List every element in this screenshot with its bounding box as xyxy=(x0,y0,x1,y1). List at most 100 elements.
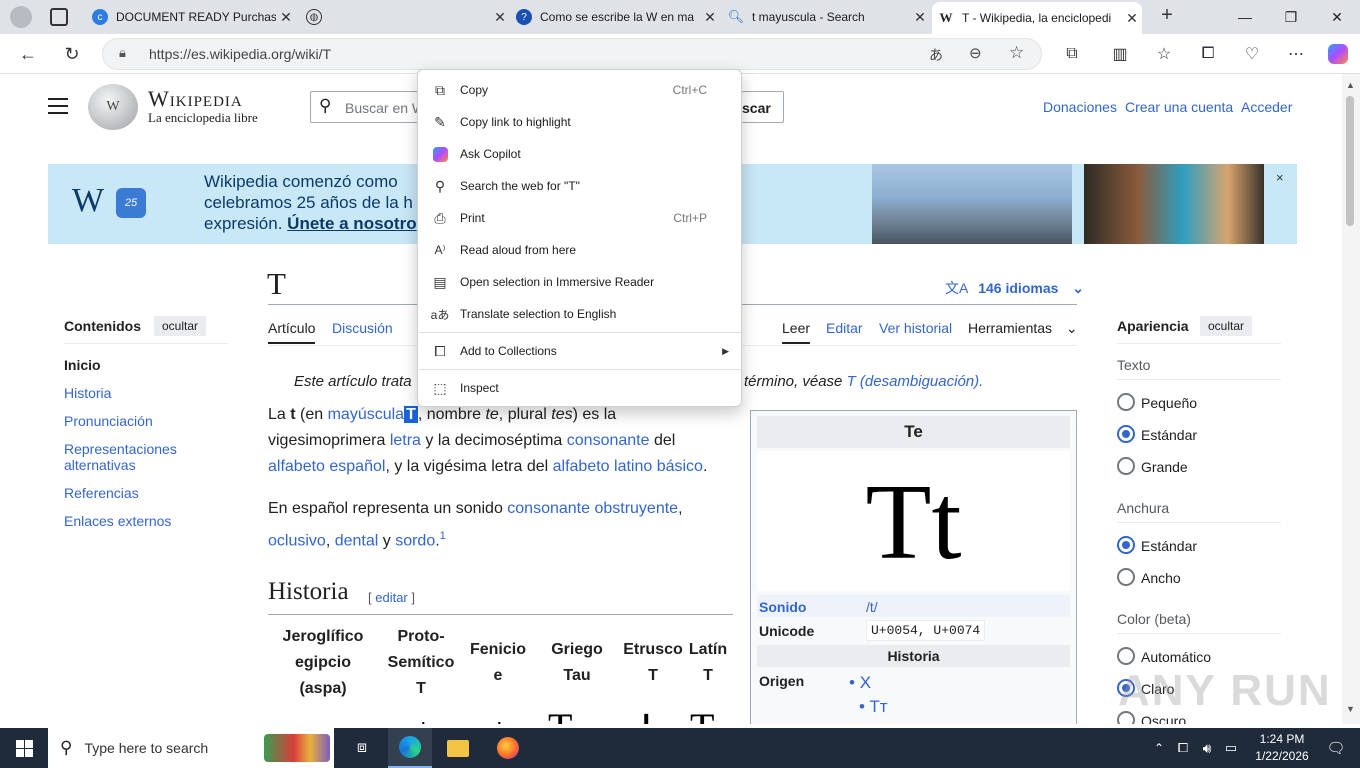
menu-item-ask-copilot[interactable]: Ask Copilot xyxy=(418,138,741,170)
back-icon[interactable]: ← xyxy=(14,40,42,68)
width-wide-label[interactable]: Ancho xyxy=(1141,570,1181,586)
link-consonante[interactable]: consonante xyxy=(567,432,650,449)
text-size-large-label[interactable]: Grande xyxy=(1141,459,1188,475)
text-size-small-radio[interactable] xyxy=(1117,393,1135,411)
scrollbar-thumb[interactable] xyxy=(1346,96,1354,226)
appearance-hide-button[interactable]: ocultar xyxy=(1200,316,1253,336)
search-input[interactable]: Buscar en W xyxy=(345,100,425,116)
tab-actions-icon[interactable] xyxy=(50,8,68,26)
minimize-icon[interactable]: — xyxy=(1222,0,1268,34)
volume-icon[interactable]: 🔊︎ xyxy=(1196,728,1218,768)
close-tab-icon[interactable]: ✕ xyxy=(1122,10,1142,27)
close-tab-icon[interactable]: ✕ xyxy=(276,9,296,26)
toc-item-referencias[interactable]: Referencias xyxy=(64,485,139,501)
selected-text[interactable]: T xyxy=(404,406,418,423)
search-button[interactable]: scar xyxy=(742,91,784,123)
main-menu-icon[interactable] xyxy=(48,98,68,114)
tab-discusion[interactable]: Discusión xyxy=(332,320,393,336)
browser-tab-5[interactable]: W T - Wikipedia, la enciclopedi ✕ xyxy=(932,2,1142,34)
infobox-sound-label[interactable]: Sonido xyxy=(759,599,806,615)
link-oclusivo[interactable]: oclusivo xyxy=(268,532,326,549)
split-screen-icon[interactable]: ▥ xyxy=(1106,40,1134,68)
width-standard-label[interactable]: Estándar xyxy=(1141,538,1197,554)
hatnote-link[interactable]: T (desambiguación). xyxy=(847,373,984,390)
settings-more-icon[interactable]: ⋯ xyxy=(1282,40,1310,68)
link-sordo[interactable]: sordo xyxy=(395,532,435,549)
wikipedia-wordmark[interactable]: Wikipedia xyxy=(148,86,243,112)
color-auto-radio[interactable] xyxy=(1117,647,1135,665)
link-mayuscula[interactable]: mayúscula xyxy=(328,406,404,423)
menu-item-copy-link-highlight[interactable]: ✎ Copy link to highlight xyxy=(418,106,741,138)
browser-tab-3[interactable]: ? Como se escribe la W en ma ✕ xyxy=(510,3,720,31)
edit-section-link[interactable]: editar xyxy=(375,590,408,605)
tab-leer[interactable]: Leer xyxy=(782,320,811,344)
site-info-icon[interactable]: 🔒︎ xyxy=(119,45,126,61)
reload-icon[interactable]: ↻ xyxy=(58,40,86,68)
toc-hide-button[interactable]: ocultar xyxy=(154,316,207,336)
taskbar-search-input[interactable]: Type here to search xyxy=(84,740,208,756)
link-alfabeto-espanol[interactable]: alfabeto español xyxy=(268,458,385,475)
link-letra[interactable]: letra xyxy=(390,432,421,449)
language-selector[interactable]: 文A 146 idiomas ⌄ xyxy=(945,278,1084,298)
menu-item-print[interactable]: ⎙ Print Ctrl+P xyxy=(418,202,741,234)
close-tab-icon[interactable]: ✕ xyxy=(700,9,720,26)
input-icon[interactable]: ▭ xyxy=(1220,728,1242,768)
more-address-icon[interactable]: ⊖ xyxy=(969,44,982,62)
width-standard-radio[interactable] xyxy=(1117,536,1135,554)
favorites-icon[interactable]: ☆ xyxy=(1150,40,1178,68)
profile-avatar[interactable] xyxy=(10,6,32,28)
extensions-icon[interactable]: ⧉ xyxy=(1058,40,1086,68)
text-size-small-label[interactable]: Pequeño xyxy=(1141,395,1197,411)
search-box[interactable]: ⚲ Buscar en W xyxy=(310,91,425,123)
create-account-link[interactable]: Crear una cuenta xyxy=(1125,99,1233,115)
browser-tab-4[interactable]: 🔍︎ t mayuscula - Search ✕ xyxy=(722,3,930,31)
toc-item-pronunciacion[interactable]: Pronunciación xyxy=(64,413,153,429)
text-size-standard-label[interactable]: Estándar xyxy=(1141,427,1197,443)
close-tab-icon[interactable]: ✕ xyxy=(910,9,930,26)
banner-join-link[interactable]: Únete a nosotro xyxy=(287,214,416,233)
menu-item-read-aloud[interactable]: A⁾ Read aloud from here xyxy=(418,234,741,266)
link-consonante-obstruyente[interactable]: consonante obstruyente xyxy=(507,500,678,517)
clock[interactable]: 1:24 PM 1/22/2026 xyxy=(1252,731,1312,765)
toc-item-inicio[interactable]: Inicio xyxy=(64,357,101,373)
width-wide-radio[interactable] xyxy=(1117,568,1135,586)
link-dental[interactable]: dental xyxy=(335,532,379,549)
infobox-sound-value[interactable]: /t/ xyxy=(866,599,878,615)
menu-item-inspect[interactable]: ⬚ Inspect xyxy=(418,372,741,404)
browser-tab-2[interactable]: ◍ ✕ xyxy=(300,3,510,31)
windows-start-icon[interactable] xyxy=(2,728,46,768)
network-icon[interactable]: ⧠ xyxy=(1172,728,1194,768)
scroll-down-icon[interactable]: ▼ xyxy=(1346,704,1355,714)
menu-item-translate[interactable]: aあ Translate selection to English xyxy=(418,298,741,330)
firefox-icon[interactable] xyxy=(486,728,530,768)
restore-icon[interactable]: ❐ xyxy=(1268,0,1314,34)
toc-item-historia[interactable]: Historia xyxy=(64,385,111,401)
text-size-large-radio[interactable] xyxy=(1117,457,1135,475)
collections-toolbar-icon[interactable]: ⧠ xyxy=(1194,40,1222,68)
tools-menu[interactable]: Herramientas ⌄ xyxy=(968,320,1078,337)
new-tab-button[interactable]: + xyxy=(1154,4,1180,30)
close-window-icon[interactable]: ✕ xyxy=(1314,0,1360,34)
menu-item-add-collections[interactable]: ⧠ Add to Collections ▶ xyxy=(418,335,741,367)
color-auto-label[interactable]: Automático xyxy=(1141,649,1211,665)
login-link[interactable]: Acceder xyxy=(1241,99,1292,115)
file-explorer-icon[interactable] xyxy=(436,728,480,768)
link-alfabeto-latino[interactable]: alfabeto latino básico xyxy=(553,458,703,475)
text-size-standard-radio[interactable] xyxy=(1117,425,1135,443)
tab-articulo[interactable]: Artículo xyxy=(268,320,316,344)
toc-item-representaciones[interactable]: Representaciones alternativas xyxy=(64,441,214,473)
infobox-origin-item-2[interactable]: • Tт xyxy=(859,697,888,717)
reference-1[interactable]: 1 xyxy=(440,530,446,542)
tab-ver-historial[interactable]: Ver historial xyxy=(879,320,952,336)
donate-link[interactable]: Donaciones xyxy=(1043,99,1117,115)
tab-editar[interactable]: Editar xyxy=(826,320,863,336)
address-bar[interactable]: 🔒︎ https://es.wikipedia.org/wiki/T あ ⊖ ☆ xyxy=(102,38,1042,70)
page-scrollbar[interactable]: ▲ ▼ xyxy=(1342,74,1360,724)
notifications-icon[interactable]: 🗨︎ xyxy=(1314,728,1358,768)
menu-item-search-web[interactable]: ⚲ Search the web for "T" xyxy=(418,170,741,202)
toc-item-enlaces-externos[interactable]: Enlaces externos xyxy=(64,513,171,529)
browser-tab-1[interactable]: c DOCUMENT READY Purchas ✕ xyxy=(86,3,296,31)
browser-essentials-icon[interactable]: ♡ xyxy=(1238,40,1266,68)
copilot-icon[interactable] xyxy=(1324,40,1352,68)
wikipedia-globe-logo[interactable]: W xyxy=(88,84,138,130)
